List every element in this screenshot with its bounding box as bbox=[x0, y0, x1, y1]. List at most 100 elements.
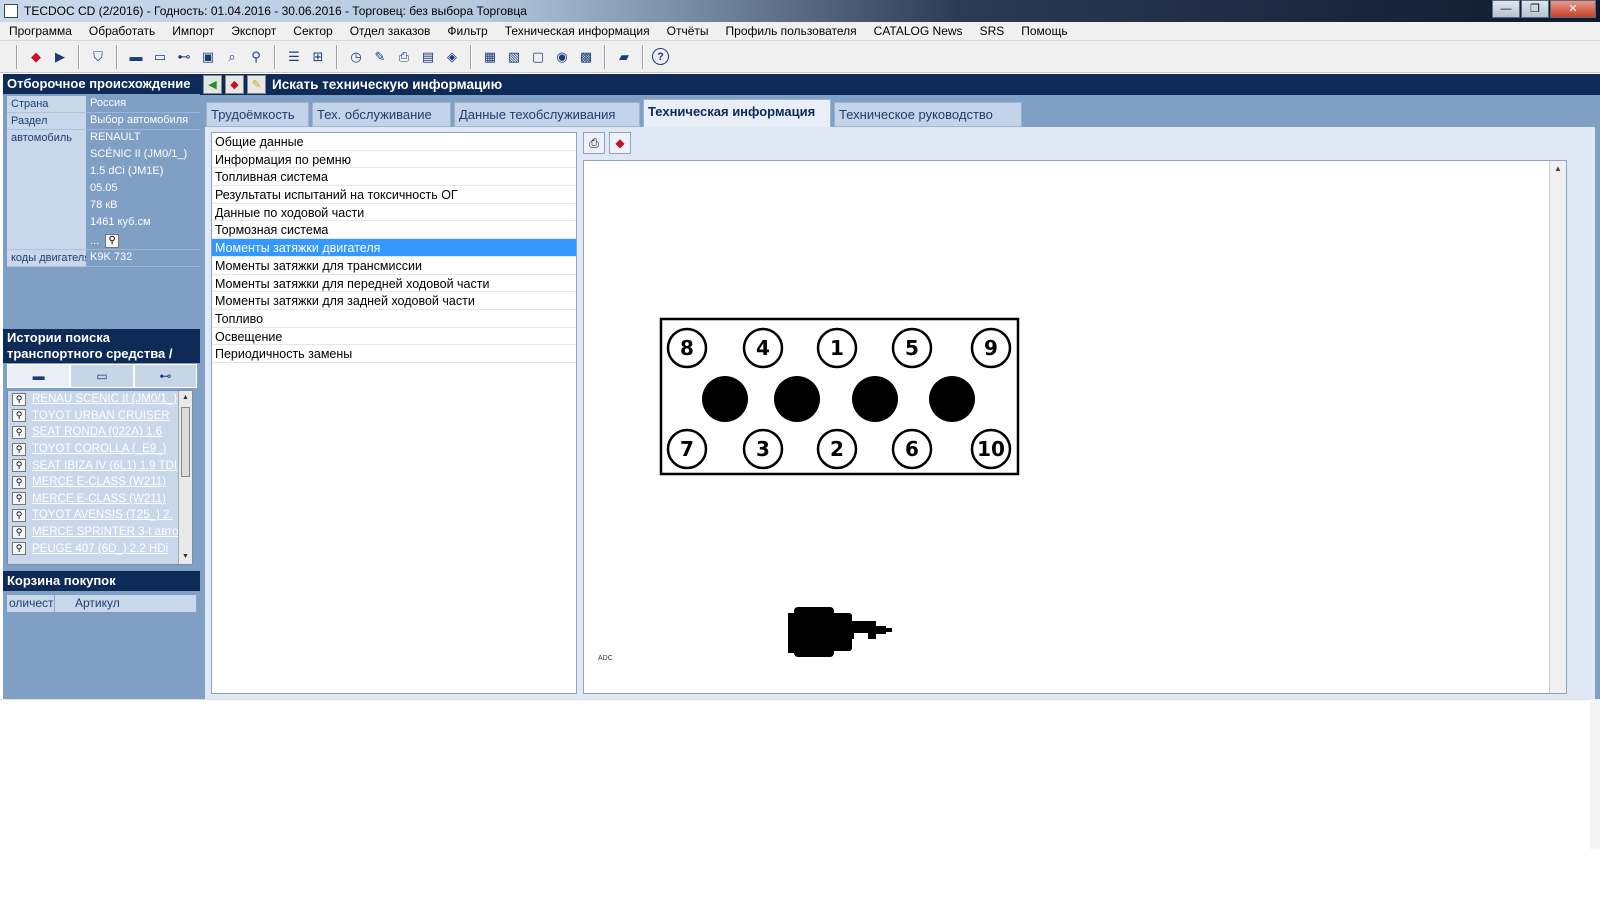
list-item[interactable]: Топливная система bbox=[212, 168, 576, 187]
history-item[interactable]: ⚲ TOYOT AVENSIS (T25_) 2. bbox=[8, 507, 192, 524]
help-icon[interactable]: ? bbox=[652, 48, 669, 65]
menu-tech-info[interactable]: Техническая информация bbox=[496, 24, 658, 38]
tab-engine-icon[interactable]: ▭ bbox=[70, 364, 134, 388]
axle-icon[interactable]: ⊷ bbox=[174, 47, 194, 67]
magnifier-icon[interactable]: ⚲ bbox=[12, 508, 26, 522]
history-scrollbar[interactable]: ▲ ▼ bbox=[178, 391, 192, 564]
magnifier-icon[interactable]: ⚲ bbox=[12, 459, 26, 473]
history-item[interactable]: ⚲ SEAT IBIZA IV (6L1) 1.9 TDI bbox=[8, 457, 192, 474]
cart-col-article[interactable]: Артикул bbox=[55, 595, 197, 612]
list-item[interactable]: Результаты испытаний на токсичность ОГ bbox=[212, 186, 576, 204]
magnifier-icon[interactable]: ⚲ bbox=[12, 525, 26, 539]
back-icon[interactable]: ◆ bbox=[609, 132, 631, 154]
more-dots[interactable]: ... bbox=[90, 235, 99, 247]
back-icon[interactable]: ◆ bbox=[225, 75, 244, 94]
magnifier-icon[interactable]: ⚲ bbox=[12, 409, 26, 423]
scroll-down-icon[interactable]: ▼ bbox=[179, 550, 192, 564]
image-icon[interactable]: ▤ bbox=[418, 47, 438, 67]
graph-icon[interactable]: ▧ bbox=[504, 47, 524, 67]
history-item[interactable]: ⚲ TOYOT COROLLA (_E9_) bbox=[8, 441, 192, 458]
engine-icon[interactable]: ▭ bbox=[150, 47, 170, 67]
viewer-scrollbar[interactable]: ▲ bbox=[1549, 161, 1566, 693]
menu-program[interactable]: Программа bbox=[0, 24, 80, 38]
history-item[interactable]: ⚲ TOYOT URBAN CRUISER bbox=[8, 408, 192, 425]
maximize-button[interactable]: ❐ bbox=[1521, 0, 1549, 18]
history-item[interactable]: ⚲ MERCE E-CLASS (W211) bbox=[8, 474, 192, 491]
back-arrow-icon[interactable]: ◆ bbox=[26, 47, 46, 67]
list-item[interactable]: Общие данные bbox=[212, 133, 576, 151]
bolt-number: 8 bbox=[680, 336, 694, 360]
tools-icon[interactable]: ✎ bbox=[370, 47, 390, 67]
magnifier-icon[interactable]: ⚲ bbox=[105, 233, 120, 248]
menu-catalog-news[interactable]: CATALOG News bbox=[865, 24, 971, 38]
search-person-icon[interactable]: ⚲ bbox=[246, 47, 266, 67]
minimize-button[interactable]: — bbox=[1492, 0, 1520, 18]
engine-silhouette-icon bbox=[788, 607, 892, 657]
chart-icon[interactable]: ▦ bbox=[480, 47, 500, 67]
truck-icon[interactable]: ▣ bbox=[198, 47, 218, 67]
list-item[interactable]: Периодичность замены bbox=[212, 345, 576, 363]
magnifier-icon[interactable]: ⚲ bbox=[12, 492, 26, 506]
search-icon[interactable]: ⌕ bbox=[222, 47, 242, 67]
folder-icon[interactable]: ✎ bbox=[247, 75, 266, 94]
menu-srs[interactable]: SRS bbox=[971, 24, 1013, 38]
list-item[interactable]: Данные по ходовой части bbox=[212, 204, 576, 222]
history-item[interactable]: ⚲ RENAU SCÉNIC II (JM0/1_) bbox=[8, 391, 192, 408]
tab-maintenance-data[interactable]: Данные техобслуживания bbox=[454, 102, 640, 127]
magnifier-icon[interactable]: ⚲ bbox=[12, 442, 26, 456]
menu-sector[interactable]: Сектор bbox=[284, 24, 340, 38]
list-item-selected[interactable]: Моменты затяжки двигателя bbox=[212, 239, 576, 257]
trader-icon[interactable]: ⛉ bbox=[88, 47, 108, 67]
menu-export[interactable]: Экспорт bbox=[222, 24, 284, 38]
list-item[interactable]: Тормозная система bbox=[212, 221, 576, 240]
list-item[interactable]: Моменты затяжки для передней ходовой час… bbox=[212, 275, 576, 293]
list-item[interactable]: Моменты затяжки для задней ходовой части bbox=[212, 292, 576, 310]
grid-icon[interactable]: ▩ bbox=[576, 47, 596, 67]
cart-col-quantity[interactable]: оличество bbox=[7, 595, 55, 612]
history-item[interactable]: ⚲ PEUGE 407 (6D_) 2.2 HDi bbox=[8, 540, 192, 557]
globe-icon[interactable]: ◉ bbox=[552, 47, 572, 67]
window-icon[interactable]: ▢ bbox=[528, 47, 548, 67]
history-item[interactable]: ⚲ SEAT RONDA (022A) 1.6 bbox=[8, 424, 192, 441]
section-label: Раздел bbox=[7, 113, 86, 130]
list-icon[interactable]: ☰ bbox=[284, 47, 304, 67]
tab-tech-info[interactable]: Техническая информация bbox=[643, 99, 831, 127]
history-item[interactable]: ⚲ MERCE E-CLASS (W211) bbox=[8, 491, 192, 508]
history-item[interactable]: ⚲MERCE SPRINTER 3-t автобус bbox=[8, 524, 192, 541]
clock-icon[interactable]: ◷ bbox=[346, 47, 366, 67]
menu-process[interactable]: Обработать bbox=[80, 24, 163, 38]
menu-filter[interactable]: Фильтр bbox=[438, 24, 495, 38]
menu-reports[interactable]: Отчёты bbox=[658, 24, 717, 38]
tab-axle-icon[interactable]: ⊷ bbox=[133, 364, 197, 388]
book-icon[interactable]: ◈ bbox=[442, 47, 462, 67]
tab-maintenance[interactable]: Тех. обслуживание bbox=[312, 102, 451, 127]
menu-import[interactable]: Импорт bbox=[163, 24, 222, 38]
list-item[interactable]: Топливо bbox=[212, 310, 576, 328]
car-icon[interactable]: ▬ bbox=[126, 47, 146, 67]
list-item[interactable]: Освещение bbox=[212, 328, 576, 346]
list-item[interactable]: Информация по ремню bbox=[212, 151, 576, 169]
magnifier-icon[interactable]: ⚲ bbox=[12, 475, 26, 489]
scroll-up-icon[interactable]: ▲ bbox=[179, 391, 192, 405]
menu-orders[interactable]: Отдел заказов bbox=[341, 24, 439, 38]
exit-icon[interactable]: ▶ bbox=[50, 47, 70, 67]
tab-tech-manual[interactable]: Техническое руководство bbox=[834, 102, 1022, 127]
toolbar-separator bbox=[78, 44, 80, 69]
print-icon[interactable]: ⎙ bbox=[583, 132, 605, 154]
cart-icon[interactable]: ⊞ bbox=[308, 47, 328, 67]
list-item[interactable]: Моменты затяжки для трансмиссии bbox=[212, 257, 576, 275]
magnifier-icon[interactable]: ⚲ bbox=[12, 425, 26, 439]
main-header: ◀ ◆ ✎ Искать техническую информацию bbox=[200, 74, 1600, 95]
tab-car-icon[interactable]: ▬ bbox=[7, 364, 71, 388]
scroll-up-icon[interactable]: ▲ bbox=[1550, 161, 1566, 177]
close-button[interactable]: ✕ bbox=[1550, 0, 1596, 18]
magnifier-icon[interactable]: ⚲ bbox=[12, 392, 26, 406]
tab-labor[interactable]: Трудоёмкость bbox=[206, 102, 309, 127]
new-icon[interactable]: ▰ bbox=[614, 47, 634, 67]
magnifier-icon[interactable]: ⚲ bbox=[12, 542, 26, 556]
menu-help[interactable]: Помощь bbox=[1012, 24, 1075, 38]
manual-icon[interactable]: ⎙ bbox=[394, 47, 414, 67]
left-arrow-icon[interactable]: ◀ bbox=[203, 75, 222, 94]
menu-user-profile[interactable]: Профиль пользователя bbox=[717, 24, 865, 38]
scroll-thumb[interactable] bbox=[181, 407, 190, 477]
